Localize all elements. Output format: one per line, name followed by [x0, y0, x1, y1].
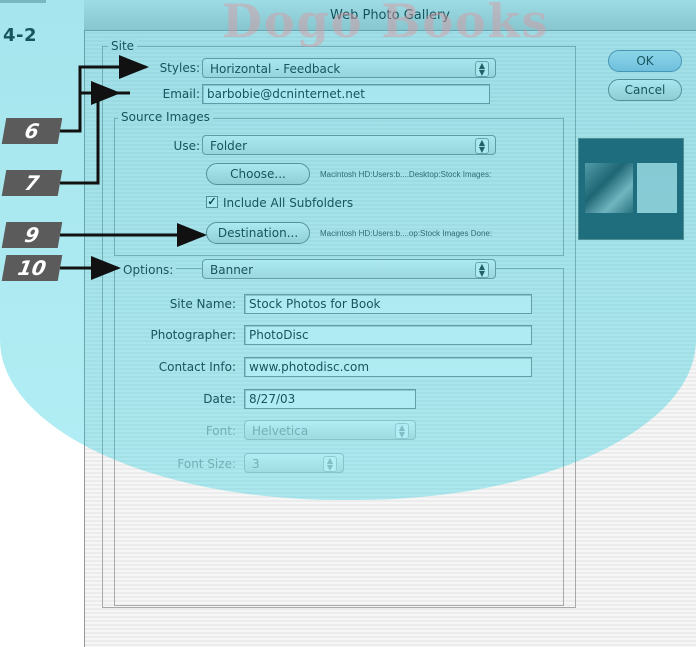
choose-button[interactable]: Choose...	[206, 163, 310, 185]
options-label: Options:	[120, 263, 177, 277]
use-value: Folder	[210, 139, 248, 153]
callout-9: 9	[1, 222, 63, 248]
styles-popup[interactable]: Horizontal - Feedback ▲ ▼	[202, 58, 496, 78]
email-field[interactable]: barbobie@dcninternet.net	[202, 84, 490, 104]
include-subfolders-checkbox[interactable]: ✓	[206, 196, 218, 208]
popup-arrows-icon: ▲ ▼	[475, 262, 489, 278]
styles-label: Styles:	[159, 61, 200, 75]
date-field[interactable]: 8/27/03	[244, 389, 416, 409]
font-label: Font:	[205, 424, 236, 438]
use-label: Use:	[173, 139, 200, 153]
preview-thumbnail-strip	[574, 248, 686, 258]
gallery-preview-image	[578, 138, 684, 240]
include-subfolders-label: Include All Subfolders	[223, 196, 354, 210]
destination-button[interactable]: Destination...	[206, 222, 310, 244]
figure-rule	[0, 0, 46, 3]
site-name-label: Site Name:	[169, 297, 236, 311]
contact-info-field[interactable]: www.photodisc.com	[244, 357, 532, 377]
popup-arrows-icon: ▲ ▼	[395, 423, 409, 439]
preview-panel	[637, 163, 677, 213]
options-popup[interactable]: Banner ▲ ▼	[202, 259, 496, 279]
preview-photo	[585, 163, 633, 213]
use-popup[interactable]: Folder ▲ ▼	[202, 135, 496, 155]
popup-arrows-icon: ▲ ▼	[475, 61, 489, 77]
font-size-popup[interactable]: 3 ▲ ▼	[244, 453, 344, 473]
choose-path: Macintosh HD:Users:b....Desktop:Stock Im…	[320, 170, 492, 179]
ok-button[interactable]: OK	[608, 50, 682, 72]
email-label: Email:	[162, 87, 200, 101]
destination-path: Macintosh HD:Users:b....op:Stock Images …	[320, 229, 493, 238]
window-title: Web Photo Gallery	[330, 8, 450, 23]
site-group-label: Site	[108, 39, 138, 53]
source-images-label: Source Images	[118, 110, 213, 124]
options-value: Banner	[210, 263, 254, 277]
font-popup[interactable]: Helvetica ▲ ▼	[244, 420, 416, 440]
figure-label: 4-2	[3, 25, 38, 46]
date-label: Date:	[203, 392, 236, 406]
font-value: Helvetica	[252, 424, 309, 438]
dialog-window: Web Photo Gallery Site Styles: Horizonta…	[84, 0, 696, 647]
contact-info-label: Contact Info:	[158, 360, 236, 374]
font-size-value: 3	[252, 457, 260, 471]
title-bar[interactable]: Web Photo Gallery	[84, 0, 696, 31]
callout-7: 7	[1, 170, 63, 196]
photographer-label: Photographer:	[150, 328, 236, 342]
font-size-label: Font Size:	[177, 457, 236, 471]
callout-10: 10	[1, 255, 63, 281]
photographer-field[interactable]: PhotoDisc	[244, 325, 532, 345]
callout-6: 6	[1, 118, 63, 144]
popup-arrows-icon: ▲ ▼	[475, 138, 489, 154]
popup-arrows-icon: ▲ ▼	[323, 456, 337, 472]
styles-value: Horizontal - Feedback	[210, 62, 341, 76]
cancel-button[interactable]: Cancel	[608, 79, 682, 101]
site-name-field[interactable]: Stock Photos for Book	[244, 294, 532, 314]
